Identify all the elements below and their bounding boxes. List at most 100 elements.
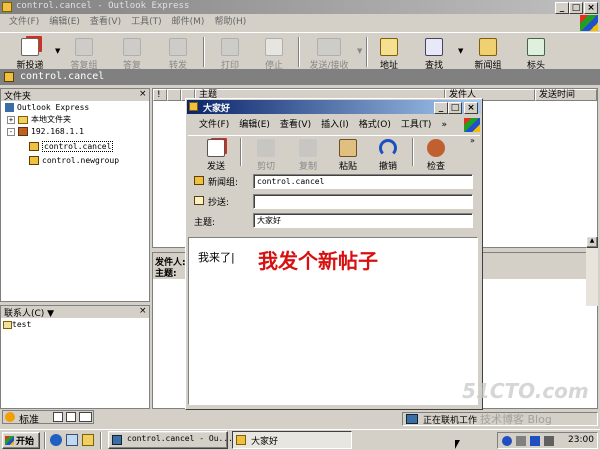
compose-menu-view[interactable]: 查看(V) (275, 118, 316, 132)
send-receive-button[interactable]: 发送/接收 (302, 35, 356, 75)
compose-close-button[interactable]: × (464, 102, 478, 114)
toolbar-separator (203, 37, 205, 67)
reply-group-icon (75, 38, 93, 56)
desktop-quicklaunch-icon[interactable] (66, 434, 78, 446)
minimize-button[interactable]: _ (555, 2, 569, 14)
subject-field[interactable]: 大家好 (253, 213, 473, 228)
contacts-close-icon[interactable]: × (139, 306, 147, 316)
contacts-pane: 联系人(C) ▼ × test (0, 305, 150, 409)
headers-button[interactable]: 标头 (514, 35, 558, 75)
maximize-button[interactable]: □ (569, 2, 583, 14)
send-receive-icon (317, 38, 341, 56)
col-sent-header[interactable]: 发送时间 (535, 89, 597, 101)
check-names-icon (427, 139, 445, 157)
windows-flag-logo (580, 15, 598, 31)
addresses-button[interactable]: 地址 (367, 35, 411, 75)
newsgroups-button[interactable]: 新闻组 (466, 35, 510, 75)
outlook-quicklaunch-icon[interactable] (82, 434, 94, 446)
system-tray: 23:00 (497, 432, 598, 449)
compose-menu-more[interactable]: » (436, 118, 452, 132)
paste-icon (339, 139, 357, 157)
scroll-up-button[interactable]: ▲ (586, 236, 598, 248)
print-button[interactable]: 打印 (208, 35, 252, 75)
ime-bar[interactable]: 标准 (2, 410, 94, 426)
newsgroups-field[interactable]: control.cancel (253, 174, 473, 189)
compose-menu-insert[interactable]: 插入(I) (316, 118, 354, 132)
task-outlook[interactable]: control.cancel - Ou... (108, 431, 233, 449)
start-windows-icon (5, 436, 14, 445)
tree-news-server-label: 192.168.1.1 (31, 127, 84, 136)
online-icon (406, 414, 418, 424)
folders-pane: 文件夹 × Outlook Express + 本地文件夹 - 192.168.1.… (0, 88, 150, 302)
ie-quicklaunch-icon[interactable] (50, 434, 62, 446)
local-folders-icon (18, 115, 28, 124)
menu-edit[interactable]: 编辑(E) (44, 15, 85, 29)
cc-field[interactable] (253, 194, 473, 209)
menu-message[interactable]: 邮件(M) (167, 15, 210, 29)
reply-icon (123, 38, 141, 56)
compose-maximize-button[interactable]: □ (448, 102, 462, 114)
tray-ime-icon[interactable] (530, 436, 540, 446)
col-thread-header[interactable] (167, 89, 181, 101)
newsgroups-field-label[interactable]: 新闻组: (208, 175, 238, 188)
compose-menu-tools[interactable]: 工具(T) (396, 118, 437, 132)
menu-help[interactable]: 帮助(H) (209, 15, 251, 29)
tree-newsgroup-control-cancel[interactable]: control.cancel (29, 141, 114, 153)
cut-button[interactable]: 剪切 (244, 136, 288, 172)
tray-volume-icon[interactable] (544, 436, 554, 446)
tree-newsgroup-control-newgroup[interactable]: control.newgroup (29, 155, 119, 167)
cc-field-label[interactable]: 抄送: (208, 195, 229, 208)
reply-group-button[interactable]: 答复组 (62, 35, 106, 75)
reply-button[interactable]: 答复 (110, 35, 154, 75)
toolbar-more-icon[interactable]: » (470, 136, 475, 145)
start-button[interactable]: 开始 (2, 432, 40, 449)
tree-news-server[interactable]: - 192.168.1.1 (1, 126, 84, 138)
task-compose-label: 大家好 (251, 437, 279, 447)
tray-network-icon[interactable] (516, 436, 526, 446)
col-attach-header[interactable]: ! (153, 89, 167, 101)
compose-minimize-button[interactable]: _ (434, 102, 448, 114)
tray-clock[interactable]: 23:00 (568, 435, 594, 445)
compose-menu-file[interactable]: 文件(F) (194, 118, 234, 132)
folders-close-icon[interactable]: × (139, 89, 147, 99)
menu-view[interactable]: 查看(V) (85, 15, 126, 29)
compose-menu-format[interactable]: 格式(O) (354, 118, 396, 132)
tray-help-icon[interactable] (502, 436, 512, 446)
contact-item[interactable]: test (3, 320, 31, 329)
new-post-button[interactable]: 新投递 (8, 35, 52, 75)
tree-local-folders[interactable]: + 本地文件夹 (1, 114, 71, 126)
ime-punct-icon[interactable] (66, 412, 76, 422)
paste-button[interactable]: 粘贴 (326, 136, 370, 172)
forward-button[interactable]: 转发 (156, 35, 200, 75)
compose-menu-edit[interactable]: 编辑(E) (234, 118, 275, 132)
copy-icon (299, 139, 317, 157)
find-dropdown-icon[interactable]: ▼ (458, 47, 463, 55)
tree-newsgroup-control-cancel-label: control.cancel (42, 141, 114, 152)
copy-button[interactable]: 复制 (286, 136, 330, 172)
quicklaunch-separator (100, 432, 102, 449)
check-button[interactable]: 检查 (414, 136, 458, 172)
toolbar-separator (298, 37, 300, 67)
menu-tools[interactable]: 工具(T) (126, 15, 167, 29)
watermark: 51CTO.com 技术博客 Blog (460, 377, 600, 429)
ime-label: 标准 (19, 415, 39, 426)
oe-titlebar[interactable]: control.cancel - Outlook Express _ □ × (0, 0, 600, 14)
ime-keyboard-icon[interactable] (79, 412, 92, 422)
collapse-minus-icon[interactable]: - (7, 128, 15, 136)
undo-button[interactable]: 撤销 (366, 136, 410, 172)
ime-moon-icon[interactable] (53, 412, 63, 422)
menu-file[interactable]: 文件(F) (4, 15, 44, 29)
compose-app-icon (189, 102, 198, 111)
tree-outlook-express[interactable]: Outlook Express (1, 102, 89, 114)
close-button[interactable]: × (584, 2, 598, 14)
find-button[interactable]: 查找 (412, 35, 456, 75)
new-post-dropdown-icon[interactable]: ▼ (55, 47, 60, 55)
send-receive-dropdown-icon[interactable]: ▼ (357, 47, 362, 55)
contacts-header[interactable]: 联系人(C) ▼ × (1, 306, 149, 319)
preview-scrollbar[interactable]: ▲ (586, 236, 598, 306)
send-button[interactable]: 发送 (194, 136, 238, 172)
stop-button[interactable]: 停止 (252, 35, 296, 75)
compose-titlebar[interactable]: 大家好 _ □ × (187, 100, 481, 114)
task-compose[interactable]: 大家好 (232, 431, 352, 449)
expand-plus-icon[interactable]: + (7, 116, 15, 124)
